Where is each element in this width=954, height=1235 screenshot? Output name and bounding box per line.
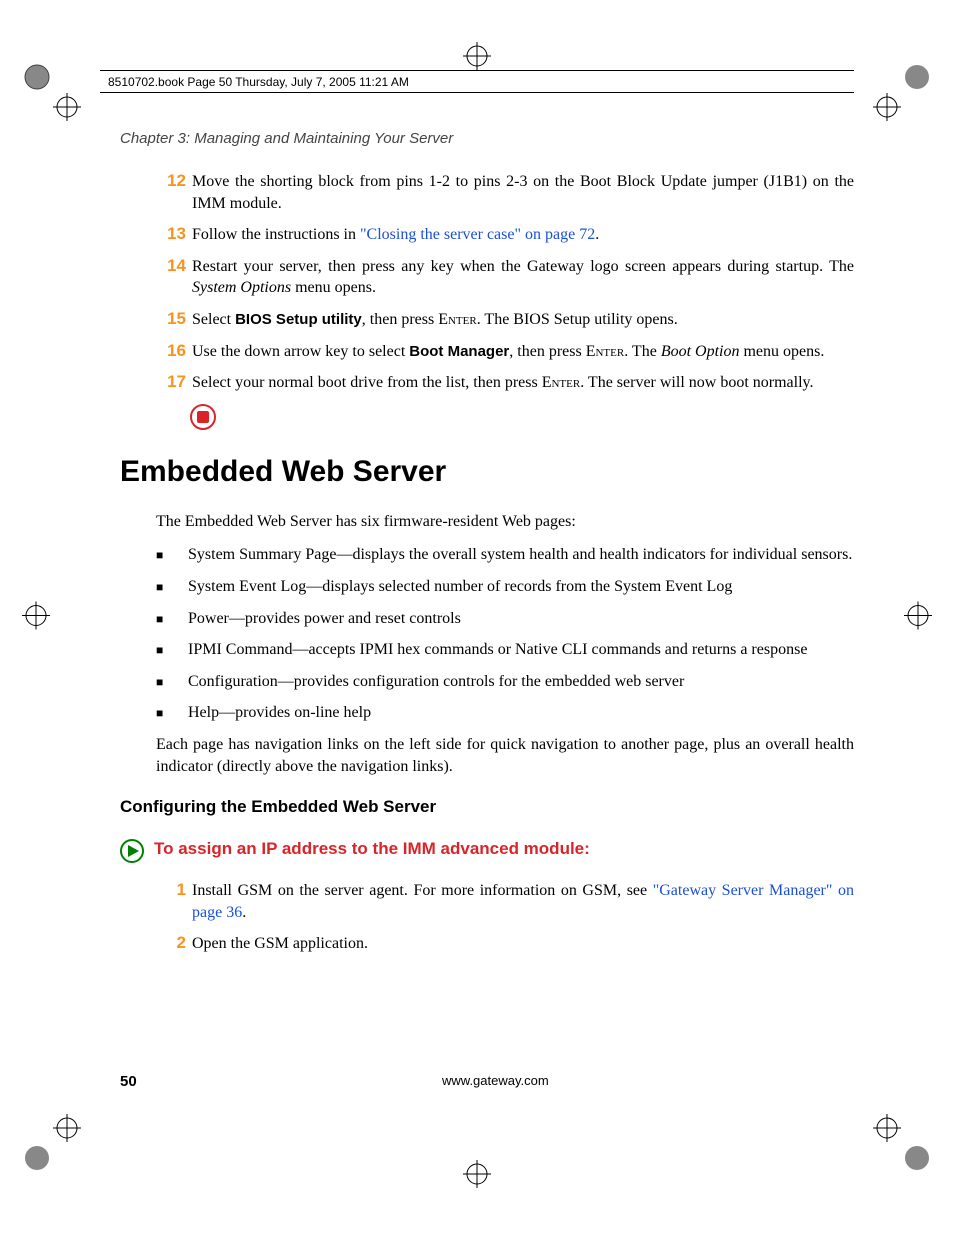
step-item: 14 Restart your server, then press any ke… (120, 256, 854, 299)
step-number: 1 (156, 880, 186, 923)
step-text: Select BIOS Setup utility, then press En… (192, 309, 678, 331)
play-icon (120, 839, 144, 868)
page-number: 50 (120, 1073, 137, 1090)
ui-label: System Options (192, 279, 291, 296)
text-run: . (242, 904, 246, 921)
step-text: Move the shorting block from pins 1-2 to… (192, 171, 854, 214)
bullet-text: Help—provides on-line help (188, 702, 371, 724)
step-number: 12 (156, 171, 186, 214)
heading-2: Configuring the Embedded Web Server (120, 797, 854, 817)
header-rule (100, 70, 854, 71)
chapter-label: Chapter 3: Managing and Maintaining Your… (120, 130, 854, 147)
step-number: 17 (156, 372, 186, 394)
bullet-item: ■Power—provides power and reset controls (156, 608, 854, 630)
text-run: Select (192, 311, 235, 328)
step-text: Restart your server, then press any key … (192, 256, 854, 299)
step-item: 15 Select BIOS Setup utility, then press … (120, 309, 854, 331)
bullet-item: ■System Summary Page—displays the overal… (156, 544, 854, 566)
bullet-text: System Event Log—displays selected numbe… (188, 576, 732, 598)
header-rule (100, 92, 854, 93)
step-text: Select your normal boot drive from the l… (192, 372, 814, 394)
text-run: Install GSM on the server agent. For mor… (192, 882, 653, 899)
crop-mark-icon (872, 1113, 932, 1173)
body-text: Each page has navigation links on the le… (156, 734, 854, 777)
step-text: Use the down arrow key to select Boot Ma… (192, 341, 824, 363)
text-run: Select your normal boot drive from the l… (192, 374, 542, 391)
bullet-item: ■Help—provides on-line help (156, 702, 854, 724)
intro-text: The Embedded Web Server has six firmware… (156, 511, 854, 533)
step-item: 17 Select your normal boot drive from the… (120, 372, 854, 394)
bullet-icon: ■ (156, 544, 188, 566)
text-run: Use the down arrow key to select (192, 343, 409, 360)
registration-mark-icon (22, 601, 50, 634)
text-run: , then press (509, 343, 585, 360)
crop-mark-icon (22, 62, 82, 122)
step-item: 16 Use the down arrow key to select Boot … (120, 341, 854, 363)
footer-url: www.gateway.com (137, 1073, 854, 1090)
footer: 50 www.gateway.com (120, 1073, 854, 1090)
key-name: Enter (542, 374, 581, 391)
bullet-text: IPMI Command—accepts IPMI hex commands o… (188, 639, 807, 661)
page-content: Chapter 3: Managing and Maintaining Your… (120, 130, 854, 965)
step-number: 14 (156, 256, 186, 299)
bullet-icon: ■ (156, 702, 188, 724)
crop-mark-icon (22, 1113, 82, 1173)
step-text: Open the GSM application. (192, 933, 368, 955)
text-run: Follow the instructions in (192, 226, 360, 243)
stop-icon (190, 404, 854, 435)
crop-mark-icon (872, 62, 932, 122)
bullet-item: ■System Event Log—displays selected numb… (156, 576, 854, 598)
step-item: 12Move the shorting block from pins 1-2 … (120, 171, 854, 214)
text-run: . The BIOS Setup utility opens. (477, 311, 678, 328)
bullet-icon: ■ (156, 576, 188, 598)
text-run: . The server will now boot normally. (580, 374, 813, 391)
text-run: menu opens. (739, 343, 824, 360)
ui-label: Boot Option (661, 343, 740, 360)
task-heading: To assign an IP address to the IMM advan… (120, 839, 854, 868)
registration-mark-icon (904, 601, 932, 634)
text-run: . The (624, 343, 661, 360)
bullet-icon: ■ (156, 671, 188, 693)
header-meta: 8510702.book Page 50 Thursday, July 7, 2… (108, 75, 409, 89)
ui-label: BIOS Setup utility (235, 311, 362, 328)
text-run: , then press (362, 311, 438, 328)
text-run: Restart your server, then press any key … (192, 258, 854, 275)
bullet-item: ■Configuration—provides configuration co… (156, 671, 854, 693)
ui-label: Boot Manager (409, 343, 509, 360)
bullet-text: Power—provides power and reset controls (188, 608, 461, 630)
key-name: Enter (586, 343, 625, 360)
step-number: 15 (156, 309, 186, 331)
text-run: Open the GSM application. (192, 935, 368, 952)
registration-mark-icon (463, 1160, 491, 1193)
heading-1: Embedded Web Server (120, 455, 854, 489)
bullet-icon: ■ (156, 639, 188, 661)
bullet-item: ■IPMI Command—accepts IPMI hex commands … (156, 639, 854, 661)
step-item: 13 Follow the instructions in "Closing th… (120, 224, 854, 246)
text-run: . (595, 226, 599, 243)
task-title: To assign an IP address to the IMM advan… (154, 839, 590, 859)
key-name: Enter (438, 311, 477, 328)
step-item: 1 Install GSM on the server agent. For mo… (120, 880, 854, 923)
step-number: 13 (156, 224, 186, 246)
bullet-text: System Summary Page—displays the overall… (188, 544, 852, 566)
step-number: 2 (156, 933, 186, 955)
step-number: 16 (156, 341, 186, 363)
bullet-text: Configuration—provides configuration con… (188, 671, 684, 693)
step-text: Follow the instructions in "Closing the … (192, 224, 599, 246)
cross-ref-link[interactable]: "Closing the server case" on page 72 (360, 226, 595, 243)
text-run: Move the shorting block from pins 1-2 to… (192, 173, 854, 212)
bullet-icon: ■ (156, 608, 188, 630)
text-run: menu opens. (291, 279, 376, 296)
step-item: 2 Open the GSM application. (120, 933, 854, 955)
step-text: Install GSM on the server agent. For mor… (192, 880, 854, 923)
